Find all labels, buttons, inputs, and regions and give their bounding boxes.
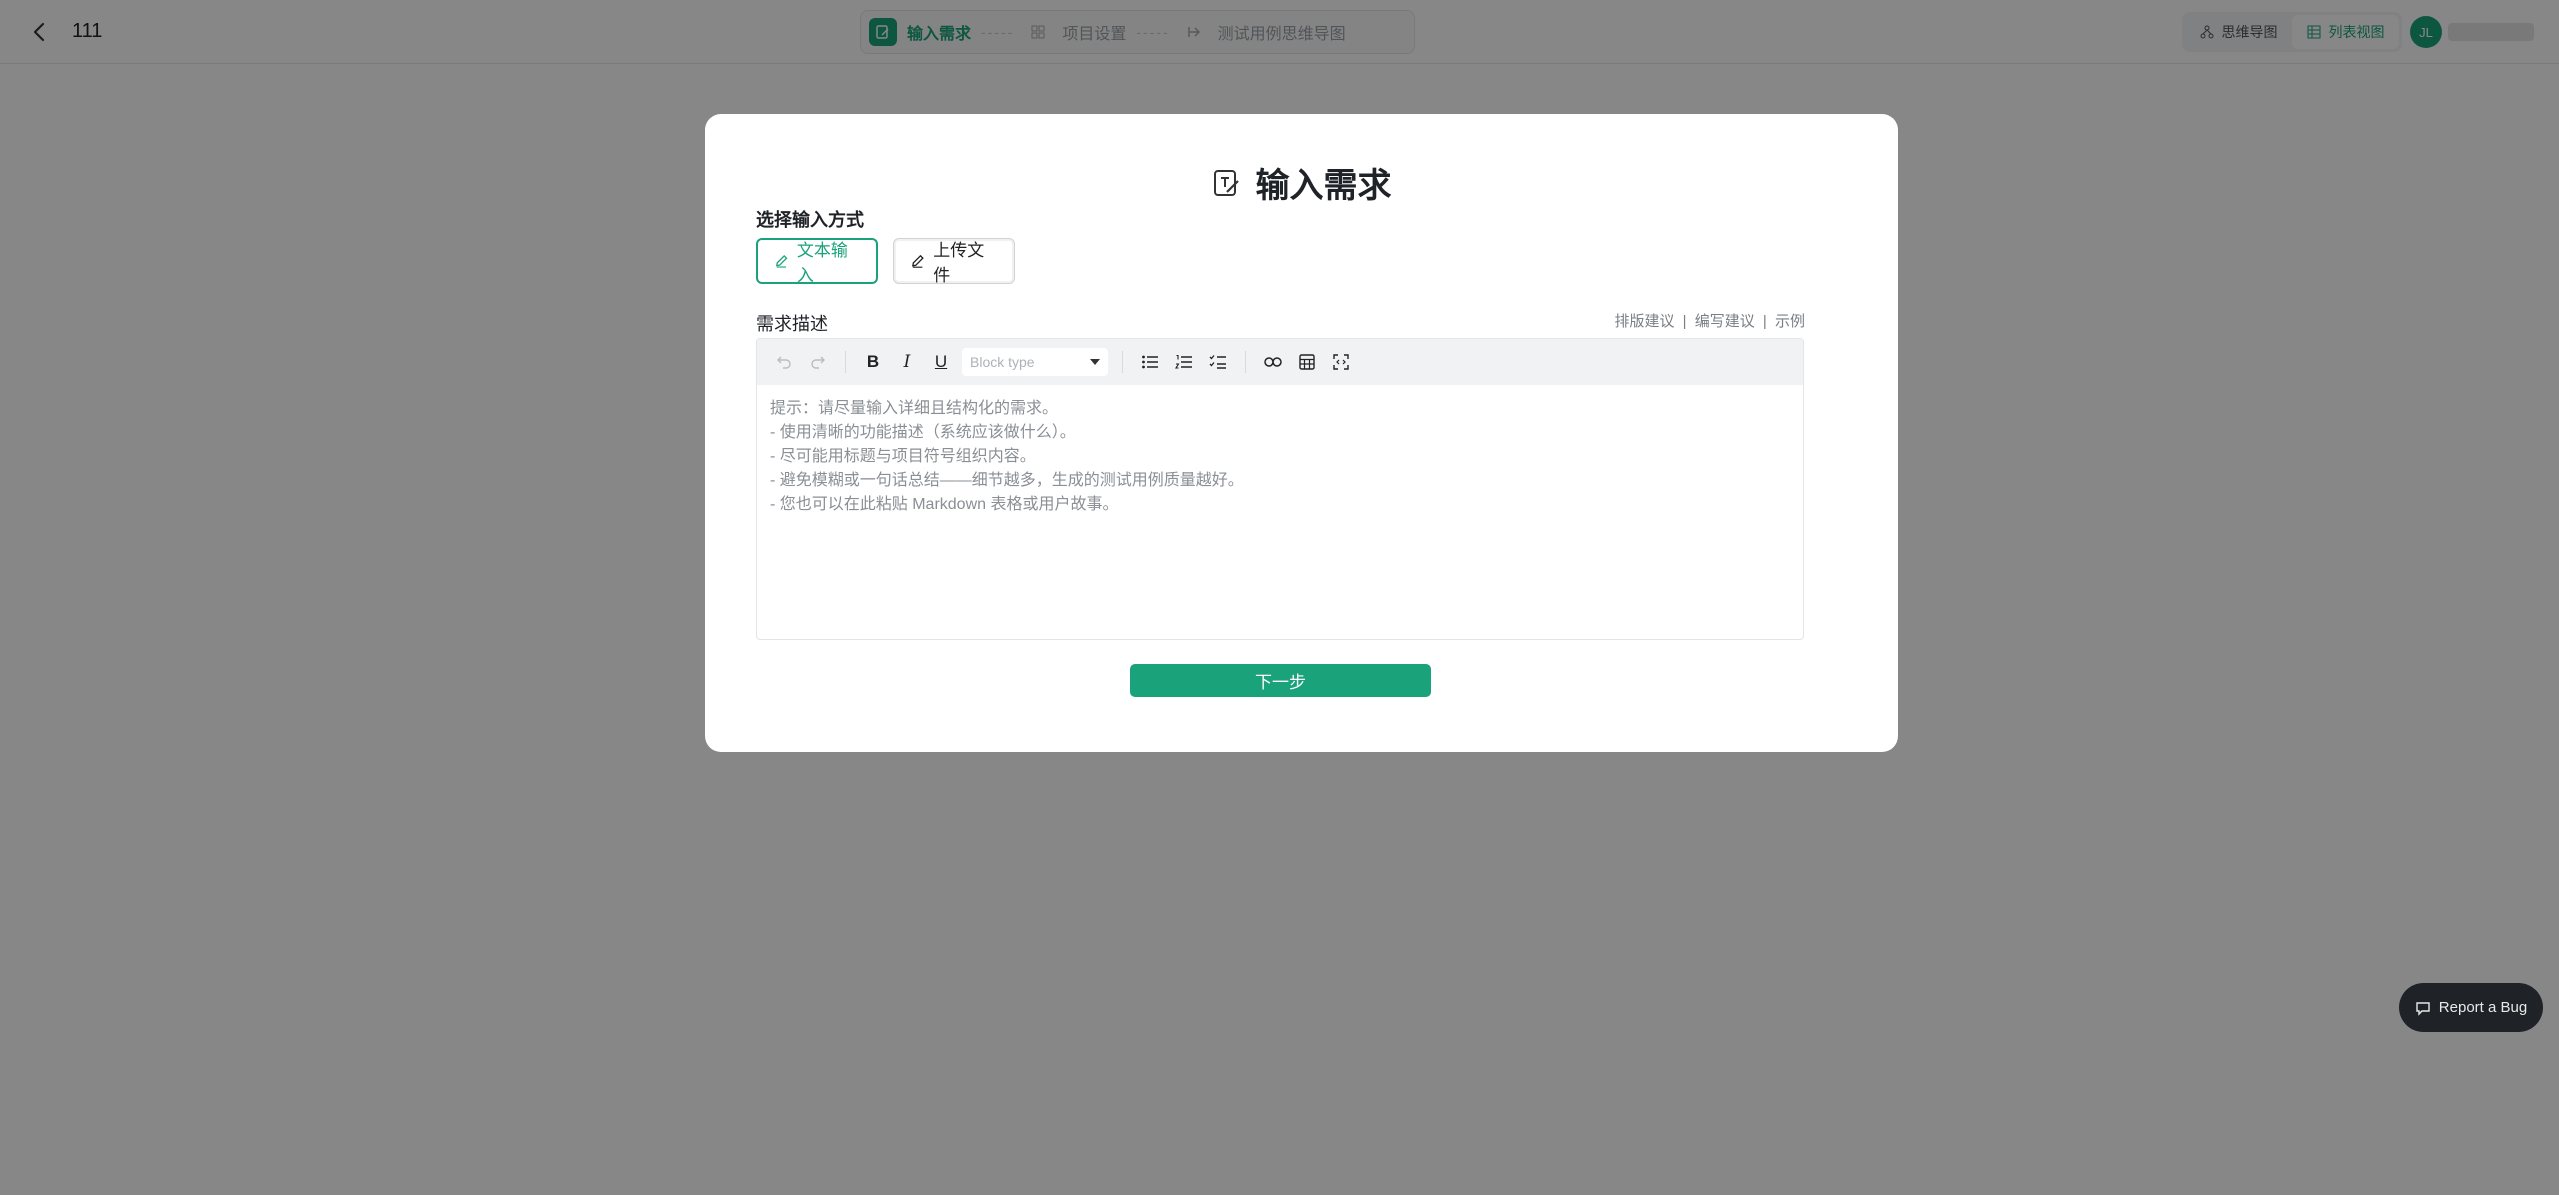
modal-title-text: 输入需求 [1255,167,1392,205]
modal-title: 输入需求 [705,158,1898,207]
checklist-button[interactable] [1205,349,1231,375]
placeholder-line: - 避免模糊或一句话总结——细节越多，生成的测试用例质量越好。 [770,472,1244,489]
toolbar-divider [1122,351,1123,373]
description-label: 需求描述 [756,314,828,334]
editor-textarea[interactable]: 提示：请尽量输入详细且结构化的需求。 - 使用清晰的功能描述（系统应该做什么）。… [757,385,1803,529]
numbered-list-icon [1175,354,1192,369]
placeholder-line: 提示：请尽量输入详细且结构化的需求。 [770,400,1059,417]
mode-label: 文本输入 [796,241,848,285]
table-button[interactable] [1294,349,1320,375]
next-step-button[interactable]: 下一步 [1130,664,1431,697]
link-button[interactable] [1260,349,1286,375]
checklist-icon [1209,355,1226,369]
report-bug-button[interactable]: Report a Bug [2399,983,2543,1032]
formatting-tips-link[interactable]: 排版建议 [1614,313,1674,330]
report-bug-label: Report a Bug [2438,999,2528,1016]
editor-toolbar: B I U Block type [757,339,1803,385]
block-type-select[interactable]: Block type [962,348,1108,376]
code-block-icon [1333,354,1349,370]
block-type-placeholder: Block type [970,354,1035,370]
link-icon [1264,357,1282,367]
edit-doc-icon [1213,169,1239,196]
toolbar-divider [1245,351,1246,373]
pencil-icon [912,254,924,268]
undo-icon [777,356,791,369]
example-link[interactable]: 示例 [1775,313,1805,330]
underline-button[interactable]: U [928,349,954,375]
link-separator: | [1682,313,1687,330]
input-requirement-modal: 输入需求 选择输入方式 文本输入 上传文件 需求描述 排版建议 | 编写建议 |… [705,114,1898,752]
redo-button[interactable] [805,349,831,375]
bullet-list-icon [1142,355,1158,369]
undo-button[interactable] [771,349,797,375]
link-separator: | [1762,313,1767,330]
bullet-list-button[interactable] [1137,349,1163,375]
toolbar-divider [845,351,846,373]
rich-text-editor: B I U Block type 提示：请尽量输入详细且结构化的需求。 - 使用… [756,338,1804,640]
chat-bug-icon [2416,1001,2430,1016]
bold-button[interactable]: B [860,349,886,375]
mode-label: 上传文件 [933,241,985,285]
pencil-icon [775,254,788,268]
placeholder-line: - 您也可以在此粘贴 Markdown 表格或用户故事。 [770,496,1119,513]
redo-icon [811,356,825,369]
italic-button[interactable]: I [894,349,920,375]
writing-tips-link[interactable]: 编写建议 [1695,313,1755,330]
code-block-button[interactable] [1328,349,1354,375]
placeholder-line: - 尽可能用标题与项目符号组织内容。 [770,448,1036,465]
input-mode-label: 选择输入方式 [756,210,864,230]
placeholder-line: - 使用清晰的功能描述（系统应该做什么）。 [770,424,1076,441]
hint-links: 排版建议 | 编写建议 | 示例 [1614,310,1805,331]
caret-down-icon [1090,359,1100,365]
table-icon [1299,354,1315,370]
text-input-mode-button[interactable]: 文本输入 [756,238,878,285]
upload-file-mode-button[interactable]: 上传文件 [893,238,1015,285]
numbered-list-button[interactable] [1171,349,1197,375]
